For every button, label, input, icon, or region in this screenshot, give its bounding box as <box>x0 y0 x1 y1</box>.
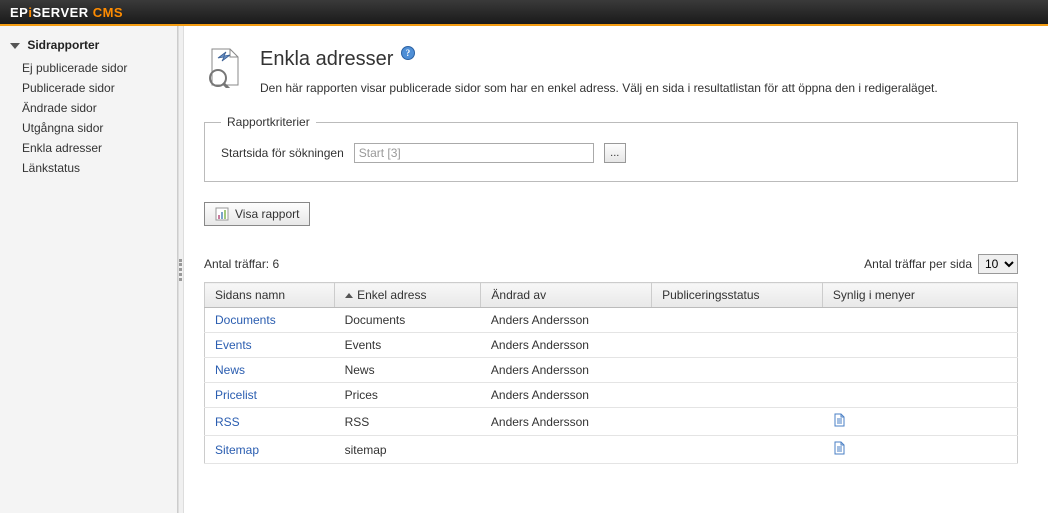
cell-changed-by: Anders Andersson <box>481 308 652 333</box>
cell-visible <box>822 383 1017 408</box>
sidebar-item-expired[interactable]: Utgångna sidor <box>22 118 177 138</box>
page-link[interactable]: Events <box>215 338 252 352</box>
cell-address: News <box>335 358 481 383</box>
table-row: RSSRSSAnders Andersson <box>205 408 1018 436</box>
brand-ep: EP <box>10 5 28 20</box>
page-link[interactable]: Pricelist <box>215 388 257 402</box>
brand-logo: EPiSERVERCMS <box>10 5 123 20</box>
col-simple-address[interactable]: Enkel adress <box>335 283 481 308</box>
splitter-handle[interactable] <box>178 26 184 513</box>
browse-page-button[interactable]: ... <box>604 143 626 163</box>
sidebar-item-simpleaddresses[interactable]: Enkla adresser <box>22 138 177 158</box>
table-row: EventsEventsAnders Andersson <box>205 333 1018 358</box>
cell-changed-by <box>481 436 652 464</box>
start-page-input[interactable] <box>354 143 594 163</box>
sort-asc-icon <box>345 293 353 298</box>
report-criteria-fieldset: Rapportkriterier Startsida för sökningen… <box>204 115 1018 182</box>
hits-count: 6 <box>273 257 280 271</box>
table-row: Pricelist PricesAnders Andersson <box>205 383 1018 408</box>
sidebar-section-title: Sidrapporter <box>27 38 99 52</box>
page-link[interactable]: News <box>215 363 245 377</box>
table-row: Sitemap sitemap <box>205 436 1018 464</box>
cell-pub-status <box>652 436 823 464</box>
show-report-label: Visa rapport <box>235 207 299 221</box>
page-link[interactable]: Documents <box>215 313 276 327</box>
chart-icon <box>215 207 229 221</box>
criteria-legend: Rapportkriterier <box>221 115 316 129</box>
col-page-name[interactable]: Sidans namn <box>205 283 335 308</box>
table-row: NewsNewsAnders Andersson <box>205 358 1018 383</box>
brand-cms: CMS <box>93 5 123 20</box>
cell-visible <box>822 408 1017 436</box>
cell-pub-status <box>652 358 823 383</box>
cell-address: sitemap <box>335 436 481 464</box>
page-description: Den här rapporten visar publicerade sido… <box>260 79 1018 97</box>
page-link[interactable]: RSS <box>215 415 240 429</box>
cell-changed-by: Anders Andersson <box>481 408 652 436</box>
show-report-button[interactable]: Visa rapport <box>204 202 310 226</box>
brand-server: SERVER <box>32 5 88 20</box>
page-title: Enkla adresser <box>260 48 393 71</box>
cell-address: Events <box>335 333 481 358</box>
sidebar: Sidrapporter Ej publicerade sidor Public… <box>0 26 178 513</box>
cell-address: Documents <box>335 308 481 333</box>
cell-visible <box>822 358 1017 383</box>
cell-visible <box>822 308 1017 333</box>
grip-icon <box>179 259 183 281</box>
sidebar-item-unpublished[interactable]: Ej publicerade sidor <box>22 58 177 78</box>
sidebar-item-published[interactable]: Publicerade sidor <box>22 78 177 98</box>
cell-changed-by: Anders Andersson <box>481 383 652 408</box>
cell-address: RSS <box>335 408 481 436</box>
cell-pub-status <box>652 383 823 408</box>
cell-pub-status <box>652 408 823 436</box>
cell-visible <box>822 436 1017 464</box>
results-table: Sidans namn Enkel adress Ändrad av Publi… <box>204 282 1018 464</box>
col-changed-by[interactable]: Ändrad av <box>481 283 652 308</box>
help-icon[interactable]: ? <box>401 46 415 63</box>
sidebar-item-linkstatus[interactable]: Länkstatus <box>22 158 177 178</box>
svg-text:?: ? <box>406 48 411 58</box>
sidebar-items: Ej publicerade sidor Publicerade sidor Ä… <box>0 58 177 178</box>
col-visible-menus[interactable]: Synlig i menyer <box>822 283 1017 308</box>
document-icon <box>832 441 846 458</box>
table-row: DocumentsDocumentsAnders Andersson <box>205 308 1018 333</box>
cell-changed-by: Anders Andersson <box>481 333 652 358</box>
chevron-down-icon <box>10 43 20 49</box>
start-page-label: Startsida för sökningen <box>221 146 344 160</box>
hits-label: Antal träffar: 6 <box>204 257 279 271</box>
report-page-icon <box>204 46 246 88</box>
document-icon <box>832 413 846 430</box>
cell-pub-status <box>652 333 823 358</box>
top-bar: EPiSERVERCMS <box>0 0 1048 26</box>
sidebar-item-changed[interactable]: Ändrade sidor <box>22 98 177 118</box>
cell-pub-status <box>652 308 823 333</box>
page-link[interactable]: Sitemap <box>215 443 259 457</box>
cell-address: Prices <box>335 383 481 408</box>
main-content: Enkla adresser ? Den här rapporten visar… <box>184 26 1048 513</box>
per-page-label: Antal träffar per sida <box>864 257 972 271</box>
per-page-select[interactable]: 10 <box>978 254 1018 274</box>
cell-changed-by: Anders Andersson <box>481 358 652 383</box>
cell-visible <box>822 333 1017 358</box>
sidebar-section-header[interactable]: Sidrapporter <box>0 34 177 58</box>
col-pub-status[interactable]: Publiceringsstatus <box>652 283 823 308</box>
